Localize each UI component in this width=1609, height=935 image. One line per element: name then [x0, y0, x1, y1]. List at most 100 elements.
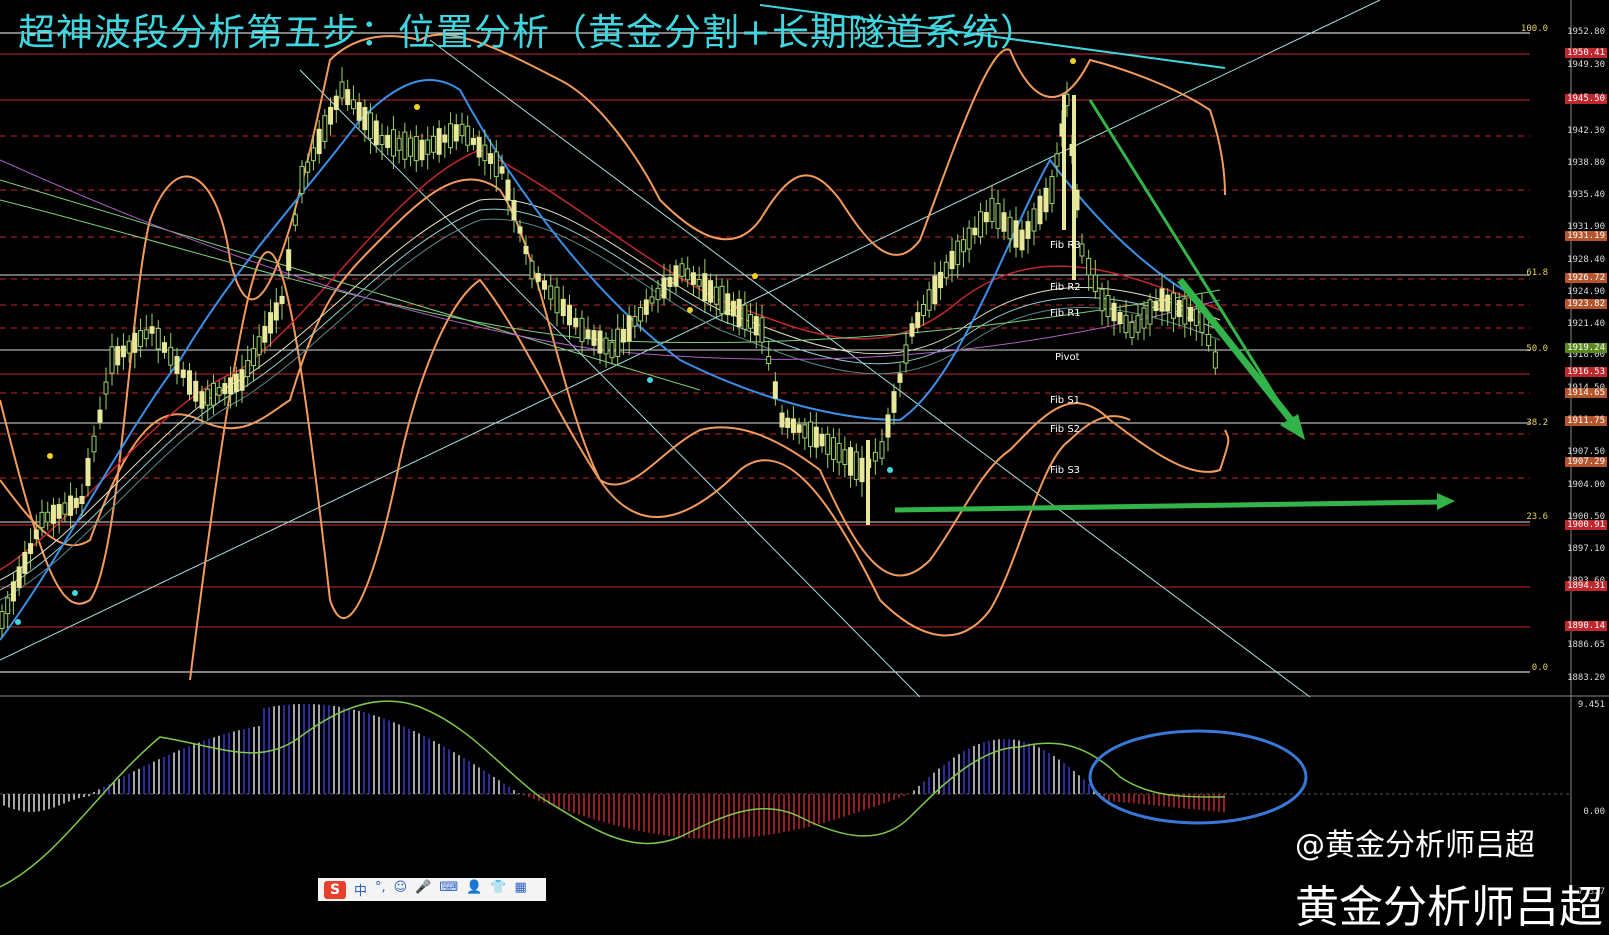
ime-toolbar-icon[interactable]: ☺: [394, 880, 408, 899]
candle-body: [696, 279, 702, 287]
candle-body: [356, 102, 362, 121]
candle-body: [673, 265, 679, 287]
price-chart[interactable]: [0, 0, 1609, 697]
candle-body: [1105, 295, 1111, 317]
candle-body: [1111, 302, 1117, 322]
candle-body: [368, 112, 374, 139]
ime-toolbar-icon[interactable]: ▦: [515, 880, 527, 899]
candle-body: [926, 289, 932, 311]
price-axis-label: 1904.00: [1567, 480, 1605, 490]
candle-body: [149, 326, 155, 334]
candle-body: [690, 272, 696, 285]
candle-body: [408, 137, 414, 157]
candle-body: [790, 418, 796, 433]
candle-body: [419, 139, 425, 161]
candle-body: [180, 369, 186, 378]
ime-toolbar-icon[interactable]: ⌨: [439, 880, 458, 899]
candle-body: [199, 391, 205, 409]
candle-body: [989, 198, 995, 222]
candle-body: [436, 128, 442, 155]
candle-body: [1117, 312, 1123, 324]
candle-body: [0, 611, 5, 629]
candle-body: [879, 441, 885, 459]
candle-body: [322, 115, 328, 142]
candle-body: [535, 273, 541, 282]
price-tag: 1926.72: [1565, 273, 1607, 283]
candle-body: [286, 249, 292, 271]
price-axis-label: 1921.40: [1567, 319, 1605, 329]
candle-body: [1123, 314, 1129, 334]
candle-body: [983, 212, 989, 223]
candle-body: [638, 306, 644, 322]
candle-body: [966, 227, 972, 250]
macd-histogram: [3, 704, 1225, 839]
price-tag: 1900.91: [1565, 520, 1607, 530]
candle-body: [493, 151, 499, 178]
watermark-name: 黄金分析师吕超: [1295, 882, 1603, 933]
ime-toolbar-icon[interactable]: °,: [375, 880, 386, 899]
candle-body: [872, 451, 878, 462]
candle-body: [842, 449, 848, 466]
candle-body: [772, 381, 778, 399]
candle-body: [1092, 274, 1098, 293]
candle-body: [39, 511, 45, 529]
highlight-ellipse[interactable]: [1088, 729, 1308, 825]
fib-level-label: 23.6: [1526, 512, 1548, 522]
candle-body: [345, 89, 351, 106]
candle-body: [73, 497, 79, 508]
candle-body: [943, 261, 949, 279]
candle-body: [995, 203, 1001, 229]
candle-body: [713, 286, 719, 305]
ime-toolbar-icon[interactable]: 👤: [466, 880, 482, 899]
candle-body: [50, 504, 56, 524]
price-tag: 1950.41: [1565, 48, 1607, 58]
price-axis-label: 1928.40: [1567, 255, 1605, 265]
candle-body: [725, 293, 731, 316]
candle-body: [430, 135, 436, 153]
candle-body: [1031, 208, 1037, 232]
candle-body: [448, 123, 454, 149]
sogou-logo-icon[interactable]: S: [324, 880, 346, 899]
candle-body: [482, 144, 488, 162]
candle-body: [573, 317, 579, 328]
candle-body: [542, 280, 547, 290]
candle-body: [909, 323, 915, 337]
candle-body: [649, 296, 655, 304]
candle-body: [819, 433, 825, 447]
fib-level-label: 100.0: [1520, 24, 1548, 34]
candle-body: [1141, 307, 1147, 329]
price-tag: 1919.24: [1565, 343, 1607, 353]
candle-body: [885, 414, 891, 438]
candle-body: [529, 260, 535, 280]
macd-axis-label: 0.00: [1583, 807, 1605, 817]
candle-body: [245, 360, 251, 378]
price-tag: 1923.82: [1565, 299, 1607, 309]
candle-body: [5, 597, 11, 615]
pivot-label: Fib S1: [1050, 395, 1081, 406]
candle-body: [753, 316, 759, 336]
candle-body: [679, 263, 685, 277]
candle-body: [385, 134, 391, 148]
ime-toolbar-icon[interactable]: 🎤: [415, 880, 431, 899]
candle-body: [268, 312, 274, 334]
candle-body: [1176, 300, 1182, 318]
price-tag: 1914.65: [1565, 388, 1607, 398]
candle-body: [1170, 292, 1176, 319]
price-axis-label: 1935.40: [1567, 190, 1605, 200]
pivot-label: Pivot: [1055, 352, 1080, 363]
candle-body: [567, 304, 572, 326]
price-axis-label: 1942.30: [1567, 126, 1605, 136]
candlesticks[interactable]: [0, 66, 1218, 637]
candle-body: [560, 298, 566, 317]
candle-body: [91, 435, 97, 453]
candle-body: [978, 211, 984, 238]
candle-body: [465, 125, 471, 146]
ime-toolbar[interactable]: S 中 °, ☺ 🎤 ⌨ 👤 👕 ▦: [318, 878, 546, 901]
ime-toolbar-icon[interactable]: 👕: [490, 880, 506, 899]
trend-lines[interactable]: [0, 0, 1381, 697]
candle-body: [1159, 288, 1165, 312]
candle-body: [1049, 176, 1055, 204]
weibo-watermark: @黄金分析师吕超 黄金分析师吕超: [1295, 820, 1603, 935]
ime-toolbar-icon[interactable]: 中: [354, 880, 367, 899]
candle-body: [250, 348, 256, 367]
